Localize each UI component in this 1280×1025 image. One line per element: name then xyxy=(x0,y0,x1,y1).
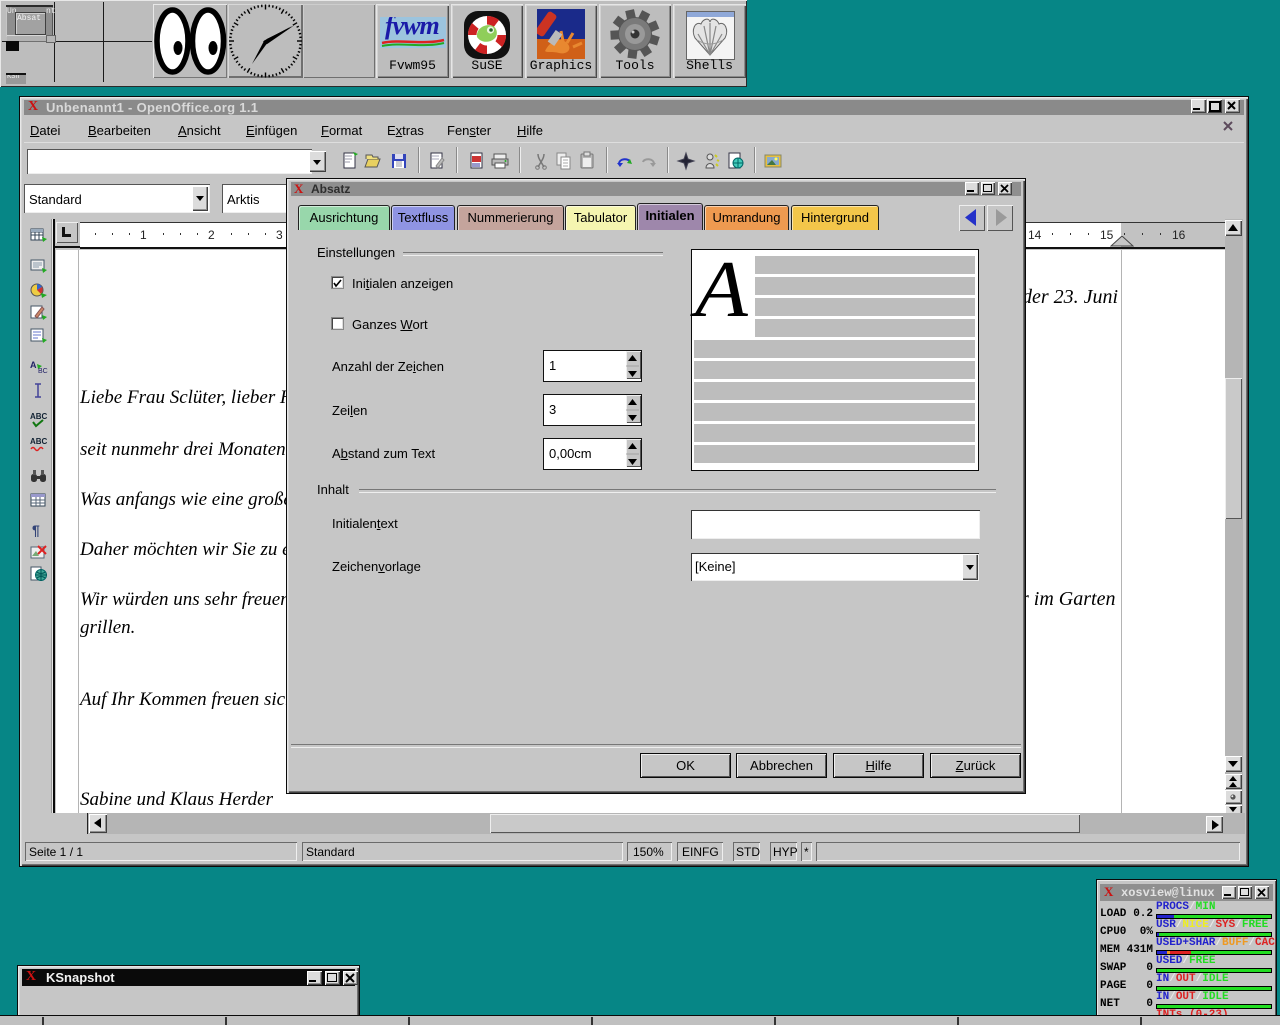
svg-text:¶: ¶ xyxy=(32,522,40,538)
svg-text:BC: BC xyxy=(38,368,48,375)
svg-text:ABC: ABC xyxy=(30,437,48,446)
svg-text:A: A xyxy=(30,360,37,370)
svg-text:ABC: ABC xyxy=(30,412,48,421)
